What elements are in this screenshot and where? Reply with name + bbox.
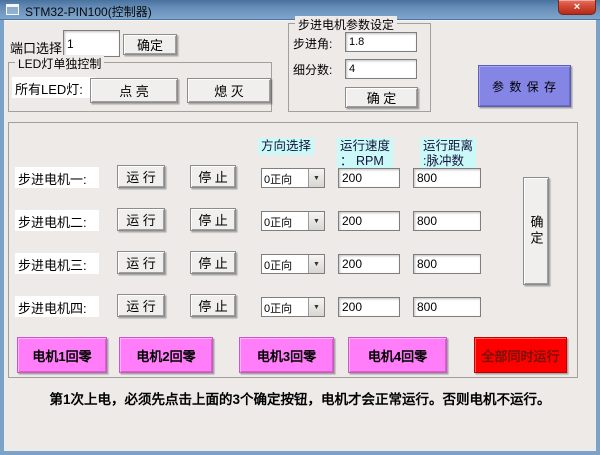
header-speed-line1: 运行速度 xyxy=(340,139,390,154)
speed-input-4[interactable] xyxy=(338,297,400,317)
motor4-zero-button[interactable]: 电机4回零 xyxy=(348,337,447,373)
motor-label: 步进电机四: xyxy=(15,296,99,317)
chevron-down-icon[interactable]: ▼ xyxy=(308,169,324,187)
motor2-zero-button[interactable]: 电机2回零 xyxy=(119,337,213,373)
direction-value: 0正向 xyxy=(262,255,308,273)
direction-select-2[interactable]: 0正向 ▼ xyxy=(261,211,325,231)
distance-input-3[interactable] xyxy=(413,254,481,274)
led-group-title: LED灯单独控制 xyxy=(15,55,104,72)
chevron-down-icon[interactable]: ▼ xyxy=(308,255,324,273)
params-group-title: 步进电机参数设定 xyxy=(295,16,397,33)
run-button-2[interactable]: 运 行 xyxy=(117,208,165,231)
motors-confirm-button[interactable]: 确定 xyxy=(523,177,549,285)
distance-input-4[interactable] xyxy=(413,297,481,317)
footer-note: 第1次上电，必须先点击上面的3个确定按钮，电机才会正常运行。否则电机不运行。 xyxy=(4,388,596,408)
motor-label: 步进电机二: xyxy=(15,210,99,231)
direction-select-3[interactable]: 0正向 ▼ xyxy=(261,254,325,274)
app-window: STM32-PIN100(控制器) × 端口选择: 确定 LED灯单独控制 所有… xyxy=(0,0,600,455)
stop-button-1[interactable]: 停 止 xyxy=(190,165,236,188)
chevron-down-icon[interactable]: ▼ xyxy=(308,212,324,230)
app-icon xyxy=(6,4,19,15)
motor-label: 步进电机一: xyxy=(15,167,99,188)
run-all-button[interactable]: 全部同时运行 xyxy=(474,337,567,373)
direction-select-4[interactable]: 0正向 ▼ xyxy=(261,297,325,317)
run-button-1[interactable]: 运 行 xyxy=(117,165,165,188)
port-input[interactable] xyxy=(63,30,120,57)
stop-button-4[interactable]: 停 止 xyxy=(190,294,236,317)
direction-value: 0正向 xyxy=(262,298,308,316)
subdivision-label: 细分数: xyxy=(293,61,332,78)
motor-label: 步进电机三: xyxy=(15,253,99,274)
port-confirm-button[interactable]: 确定 xyxy=(123,34,177,55)
direction-value: 0正向 xyxy=(262,169,308,187)
motor1-zero-button[interactable]: 电机1回零 xyxy=(17,337,107,373)
motor-row-2: 步进电机二: 运 行 停 止 0正向 ▼ xyxy=(4,210,596,234)
run-button-3[interactable]: 运 行 xyxy=(117,251,165,274)
header-direction: 方向选择 xyxy=(258,138,314,155)
params-confirm-button[interactable]: 确 定 xyxy=(345,87,418,108)
subdivision-input[interactable] xyxy=(345,59,417,79)
chevron-down-icon[interactable]: ▼ xyxy=(308,298,324,316)
speed-input-1[interactable] xyxy=(338,168,400,188)
header-speed: 运行速度 ： RPM xyxy=(337,138,393,170)
header-distance: 运行距离 :脉冲数 xyxy=(420,138,476,170)
run-button-4[interactable]: 运 行 xyxy=(117,294,165,317)
direction-select-1[interactable]: 0正向 ▼ xyxy=(261,168,325,188)
header-distance-line1: 运行距离 xyxy=(423,139,473,154)
save-params-button[interactable]: 参 数 保 存 xyxy=(478,65,571,107)
step-angle-input[interactable] xyxy=(345,32,417,52)
motor-row-1: 步进电机一: 运 行 停 止 0正向 ▼ xyxy=(4,167,596,191)
motor-row-4: 步进电机四: 运 行 停 止 0正向 ▼ xyxy=(4,296,596,320)
distance-input-1[interactable] xyxy=(413,168,481,188)
stop-button-3[interactable]: 停 止 xyxy=(190,251,236,274)
close-button[interactable]: × xyxy=(558,0,596,15)
distance-input-2[interactable] xyxy=(413,211,481,231)
motor3-zero-button[interactable]: 电机3回零 xyxy=(239,337,334,373)
direction-value: 0正向 xyxy=(262,212,308,230)
motor-row-3: 步进电机三: 运 行 停 止 0正向 ▼ xyxy=(4,253,596,277)
led-on-button[interactable]: 点 亮 xyxy=(90,78,178,103)
client-area: 端口选择: 确定 LED灯单独控制 所有LED灯: 点 亮 熄 灭 步进电机参数… xyxy=(4,20,596,451)
speed-input-2[interactable] xyxy=(338,211,400,231)
led-off-button[interactable]: 熄 灭 xyxy=(187,78,271,103)
stop-button-2[interactable]: 停 止 xyxy=(190,208,236,231)
step-angle-label: 步进角: xyxy=(293,35,332,52)
close-icon: × xyxy=(574,1,580,13)
window-title: STM32-PIN100(控制器) xyxy=(25,3,152,20)
led-all-label: 所有LED灯: xyxy=(12,77,95,98)
speed-input-3[interactable] xyxy=(338,254,400,274)
